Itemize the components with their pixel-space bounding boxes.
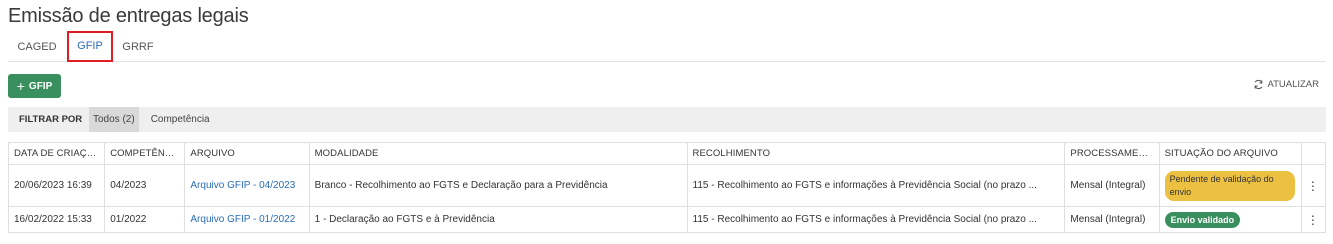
table-row[interactable]: 16/02/2022 15:33 01/2022 Arquivo GFIP - … bbox=[7, 206, 1327, 233]
cell-situacao: Envio validado bbox=[1158, 206, 1302, 233]
add-gfip-button[interactable]: + GFIP bbox=[8, 74, 61, 98]
tab-gfip[interactable]: GFIP bbox=[67, 31, 113, 62]
row-menu-button[interactable]: ⋮ bbox=[1300, 164, 1327, 207]
cell-processamento: Mensal (Integral) bbox=[1064, 206, 1160, 233]
status-badge: Envio validado bbox=[1164, 211, 1241, 228]
filter-bar: FILTRAR POR Todos (2) Competência bbox=[8, 107, 1326, 132]
filter-label: FILTRAR POR bbox=[19, 114, 83, 125]
cell-competencia: 04/2023 bbox=[104, 164, 186, 207]
column-header-situacao[interactable]: SITUAÇÃO DO ARQUIVO bbox=[1158, 142, 1302, 165]
table-header-row: DATA DE CRIAÇÃO COMPETÊNCIA ARQUIVO MODA… bbox=[7, 142, 1327, 165]
cell-recolhimento: 115 - Recolhimento ao FGTS e informações… bbox=[686, 206, 1066, 233]
kebab-icon: ⋮ bbox=[1306, 212, 1319, 227]
cell-data-criacao: 20/06/2023 16:39 bbox=[7, 164, 106, 207]
column-header-recolhimento[interactable]: RECOLHIMENTO bbox=[686, 142, 1066, 165]
filter-option-competencia[interactable]: Competência bbox=[147, 107, 214, 132]
cell-modalidade: 1 - Declaração ao FGTS e à Previdência bbox=[308, 206, 688, 233]
column-header-modalidade[interactable]: MODALIDADE bbox=[308, 142, 688, 165]
cell-recolhimento: 115 - Recolhimento ao FGTS e informações… bbox=[686, 164, 1066, 207]
column-header-arquivo[interactable]: ARQUIVO bbox=[184, 142, 310, 165]
kebab-icon: ⋮ bbox=[1306, 178, 1319, 193]
cell-data-criacao: 16/02/2022 15:33 bbox=[7, 206, 106, 233]
tabs-bar: CAGED GFIP GRRF bbox=[8, 31, 1326, 62]
cell-situacao: Pendente de validação do envio bbox=[1158, 164, 1302, 207]
refresh-button[interactable]: ATUALIZAR bbox=[1253, 79, 1319, 90]
tab-caged[interactable]: CAGED bbox=[10, 32, 64, 62]
cell-competencia: 01/2022 bbox=[104, 206, 186, 233]
row-menu-button[interactable]: ⋮ bbox=[1300, 206, 1327, 233]
arquivo-link[interactable]: Arquivo GFIP - 01/2022 bbox=[190, 214, 295, 225]
plus-icon: + bbox=[16, 78, 25, 94]
gfip-table: DATA DE CRIAÇÃO COMPETÊNCIA ARQUIVO MODA… bbox=[7, 142, 1327, 233]
arquivo-link[interactable]: Arquivo GFIP - 04/2023 bbox=[190, 180, 295, 191]
cell-arquivo: Arquivo GFIP - 04/2023 bbox=[184, 164, 310, 207]
tab-grrf[interactable]: GRRF bbox=[116, 32, 160, 62]
add-gfip-label: GFIP bbox=[28, 80, 53, 92]
page-title: Emissão de entregas legais bbox=[8, 5, 249, 27]
column-header-data-criacao[interactable]: DATA DE CRIAÇÃO bbox=[7, 142, 106, 165]
table-row[interactable]: 20/06/2023 16:39 04/2023 Arquivo GFIP - … bbox=[7, 164, 1327, 207]
status-badge: Pendente de validação do envio bbox=[1164, 170, 1295, 201]
refresh-icon bbox=[1254, 79, 1263, 90]
column-header-actions bbox=[1300, 142, 1327, 165]
filter-option-todos[interactable]: Todos (2) bbox=[89, 107, 139, 132]
cell-arquivo: Arquivo GFIP - 01/2022 bbox=[184, 206, 310, 233]
column-header-processamento[interactable]: PROCESSAMENTO bbox=[1064, 142, 1160, 165]
refresh-label: ATUALIZAR bbox=[1267, 79, 1319, 90]
column-header-competencia[interactable]: COMPETÊNCIA bbox=[104, 142, 186, 165]
cell-modalidade: Branco - Recolhimento ao FGTS e Declaraç… bbox=[308, 164, 688, 207]
cell-processamento: Mensal (Integral) bbox=[1064, 164, 1160, 207]
